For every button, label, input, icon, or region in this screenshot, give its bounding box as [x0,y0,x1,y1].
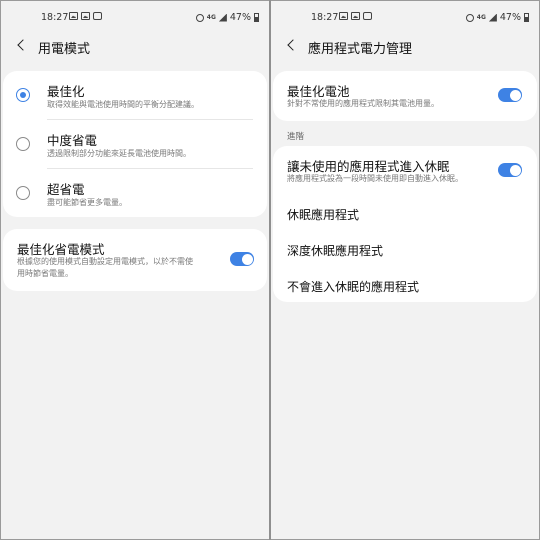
advanced-settings-card: 讓未使用的應用程式進入休眠 將應用程式設為一段時間未使用即自動進入休眠。 休眠應… [273,146,537,302]
status-time: 18:27 [41,12,69,23]
back-arrow-icon[interactable] [17,39,29,51]
power-mode-screen: 18:27 4G 47% 用電模式 最佳化 取得效能與電池使用時間的平衡分配建議… [1,1,269,539]
message-icon [93,12,102,20]
app-power-management-screen: 18:27 4G 47% 應用程式電力管理 最佳化電池 針對不常使用的應用程式限… [271,1,539,539]
adaptive-toggle[interactable] [230,252,254,266]
adaptive-description-line2: 用時節省電量。 [17,269,73,278]
optimize-battery-description: 針對不常使用的應用程式限制其電池用量。 [287,99,439,108]
status-time: 18:27 [311,12,339,23]
option-label: 超省電 [47,182,85,197]
gallery-icon [69,12,78,20]
alarm-icon [195,13,204,22]
battery-percent: 47% [229,12,251,23]
radio-unselected[interactable] [16,137,30,151]
sleep-unused-apps-row[interactable]: 讓未使用的應用程式進入休眠 將應用程式設為一段時間未使用即自動進入休眠。 [273,146,537,192]
message-icon [363,12,372,20]
system-icons: 4G 47% [465,12,529,23]
back-arrow-icon[interactable] [287,39,299,51]
optimize-battery-toggle[interactable] [498,88,522,102]
option-label: 最佳化 [47,84,85,99]
notification-icons [69,12,102,20]
radio-selected[interactable] [16,88,30,102]
signal-icon [218,13,227,22]
gallery-icon [351,12,360,20]
section-header-advanced: 進階 [287,132,305,142]
battery-icon [524,13,529,22]
deep-sleeping-apps-item[interactable]: 深度休眠應用程式 [287,242,383,259]
never-sleeping-apps-item[interactable]: 不會進入休眠的應用程式 [287,278,419,295]
status-bar: 18:27 4G 47% [271,1,539,35]
option-medium-saving[interactable]: 中度省電 透過限制部分功能來延長電池使用時間。 [3,120,267,168]
sleeping-apps-item[interactable]: 休眠應用程式 [287,206,359,223]
sleep-unused-description: 將應用程式設為一段時間未使用即自動進入休眠。 [287,174,463,183]
alarm-icon [465,13,474,22]
system-icons: 4G 47% [195,12,259,23]
optimize-battery-row[interactable]: 最佳化電池 針對不常使用的應用程式限制其電池用量。 [273,71,537,121]
app-bar: 用電模式 [1,35,269,59]
option-description: 盡可能節省更多電量。 [47,198,127,207]
option-label: 中度省電 [47,133,98,148]
power-mode-options-card: 最佳化 取得效能與電池使用時間的平衡分配建議。 中度省電 透過限制部分功能來延長… [3,71,267,217]
app-bar: 應用程式電力管理 [271,35,539,59]
gallery-icon [81,12,90,20]
gallery-icon [339,12,348,20]
page-title: 應用程式電力管理 [308,42,413,57]
adaptive-power-saving-row[interactable]: 最佳化省電模式 根據您的使用模式自動設定用電模式，以於不需使 用時節省電量。 [3,229,267,291]
signal-icon [488,13,497,22]
radio-unselected[interactable] [16,186,30,200]
option-optimized[interactable]: 最佳化 取得效能與電池使用時間的平衡分配建議。 [3,71,267,119]
option-description: 取得效能與電池使用時間的平衡分配建議。 [47,100,199,109]
status-bar: 18:27 4G 47% [1,1,269,35]
option-max-saving[interactable]: 超省電 盡可能節省更多電量。 [3,169,267,217]
notification-icons [339,12,372,20]
lte-icon: 4G [206,13,216,21]
sleep-unused-toggle[interactable] [498,163,522,177]
adaptive-description-line1: 根據您的使用模式自動設定用電模式，以於不需使 [17,257,193,266]
lte-icon: 4G [476,13,486,21]
battery-percent: 47% [499,12,521,23]
option-description: 透過限制部分功能來延長電池使用時間。 [47,149,191,158]
battery-icon [254,13,259,22]
page-title: 用電模式 [38,42,91,57]
